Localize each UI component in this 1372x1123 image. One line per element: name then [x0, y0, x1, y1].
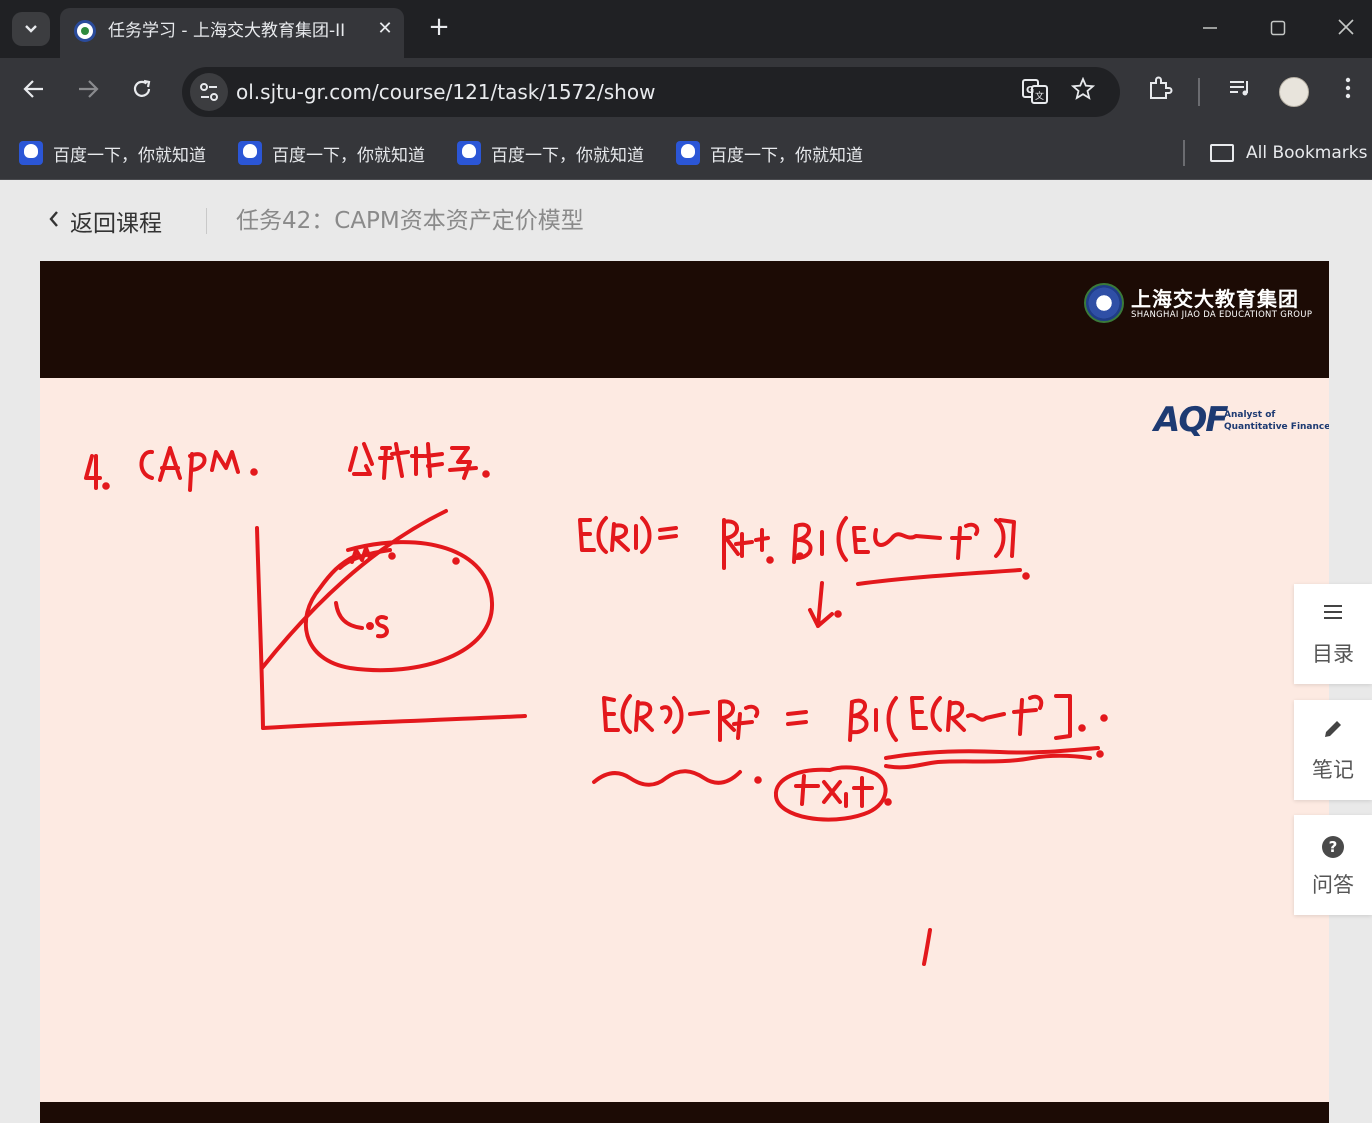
bookmarks-bar: 百度一下，你就知道 百度一下，你就知道 百度一下，你就知道 百度一下，你就知道 …	[0, 126, 1372, 180]
site-info-button[interactable]	[190, 73, 228, 111]
catalog-button[interactable]: 目录	[1294, 584, 1372, 684]
maximize-icon[interactable]	[1260, 12, 1296, 46]
arrow-right-icon	[79, 80, 99, 98]
star-icon[interactable]	[1068, 76, 1098, 107]
tune-icon	[200, 83, 218, 101]
course-page: 返回课程 任务42：CAPM资本资产定价模型 上海交大教育集团 SHANGHAI…	[0, 180, 1372, 1123]
sjtu-group-logo: 上海交大教育集团 SHANGHAI JIAO DA EDUCATIONT GRO…	[1084, 281, 1312, 325]
minimize-icon[interactable]	[1192, 12, 1228, 46]
question-mark: ?	[1322, 836, 1344, 858]
bookmark-label: 百度一下，你就知道	[710, 145, 863, 166]
qa-button[interactable]: ? 问答	[1294, 815, 1372, 915]
url-text[interactable]: ol.sjtu-gr.com/course/121/task/1572/show	[236, 79, 655, 105]
pencil-icon	[1294, 718, 1372, 747]
all-bookmarks-label: All Bookmarks	[1246, 143, 1368, 163]
baidu-paw-icon	[676, 141, 700, 165]
svg-text:文: 文	[1035, 90, 1044, 102]
bookmarks-divider	[1183, 140, 1185, 166]
notes-label: 笔记	[1312, 758, 1354, 782]
question-icon: ?	[1294, 833, 1372, 859]
brand-name-en: SHANGHAI JIAO DA EDUCATIONT GROUP	[1131, 310, 1313, 320]
all-bookmarks-button[interactable]: All Bookmarks	[1210, 138, 1367, 168]
tab-search-button[interactable]	[12, 12, 50, 46]
forward-button[interactable]	[71, 75, 105, 109]
baidu-paw-icon	[19, 141, 43, 165]
header-divider	[206, 208, 207, 234]
new-tab-button[interactable]: +	[424, 12, 454, 42]
notes-button[interactable]: 笔记	[1294, 700, 1372, 800]
brand-name-cn: 上海交大教育集团	[1131, 287, 1299, 311]
chevron-left-icon	[48, 209, 60, 234]
site-favicon-icon	[74, 20, 96, 42]
browser-toolbar: ol.sjtu-gr.com/course/121/task/1572/show…	[0, 58, 1372, 126]
browser-tab-bar: 任务学习 - 上海交大教育集团-ІІ ✕ +	[0, 0, 1372, 58]
bookmark-item[interactable]: 百度一下，你就知道	[19, 138, 206, 168]
kebab-menu-icon[interactable]	[1331, 75, 1365, 109]
video-slide: AQF Analyst of Quantitative Finance	[40, 378, 1329, 1102]
svg-text:G: G	[1026, 85, 1034, 96]
chevron-down-icon	[25, 25, 37, 33]
tab-close-icon[interactable]: ✕	[372, 16, 398, 42]
list-icon	[1294, 602, 1372, 628]
profile-avatar[interactable]	[1279, 77, 1309, 107]
qa-label: 问答	[1312, 873, 1354, 897]
video-player[interactable]: 上海交大教育集团 SHANGHAI JIAO DA EDUCATIONT GRO…	[40, 261, 1329, 1123]
translate-icon[interactable]: G文	[1020, 77, 1050, 107]
bookmark-label: 百度一下，你就知道	[53, 145, 206, 166]
folder-icon	[1210, 144, 1234, 162]
active-tab[interactable]: 任务学习 - 上海交大教育集团-ІІ ✕	[60, 8, 404, 58]
arrow-left-icon	[23, 80, 43, 98]
bookmark-item[interactable]: 百度一下，你就知道	[676, 138, 863, 168]
page-title: 任务42：CAPM资本资产定价模型	[236, 208, 584, 234]
bookmark-item[interactable]: 百度一下，你就知道	[457, 138, 644, 168]
toolbar-divider	[1198, 78, 1200, 106]
back-to-course-link[interactable]: 返回课程	[48, 204, 162, 238]
reload-button[interactable]	[125, 75, 159, 109]
media-queue-icon[interactable]	[1223, 75, 1257, 109]
baidu-paw-icon	[457, 141, 481, 165]
reload-icon	[133, 79, 151, 97]
sjtu-emblem-icon	[1084, 283, 1124, 323]
baidu-paw-icon	[238, 141, 262, 165]
bookmark-label: 百度一下，你就知道	[272, 145, 425, 166]
catalog-label: 目录	[1312, 642, 1354, 666]
video-letterbox-bottom	[40, 1102, 1329, 1123]
address-bar[interactable]: ol.sjtu-gr.com/course/121/task/1572/show…	[182, 67, 1120, 117]
video-letterbox-top: 上海交大教育集团 SHANGHAI JIAO DA EDUCATIONT GRO…	[40, 261, 1329, 378]
puzzle-icon[interactable]	[1143, 75, 1177, 109]
window-close-icon[interactable]	[1328, 12, 1364, 46]
bookmark-label: 百度一下，你就知道	[491, 145, 644, 166]
back-button[interactable]	[17, 75, 51, 109]
bookmark-item[interactable]: 百度一下，你就知道	[238, 138, 425, 168]
tab-title: 任务学习 - 上海交大教育集团-ІІ	[108, 21, 346, 41]
handwritten-annotation	[84, 442, 1108, 966]
back-to-course-label: 返回课程	[70, 211, 162, 237]
